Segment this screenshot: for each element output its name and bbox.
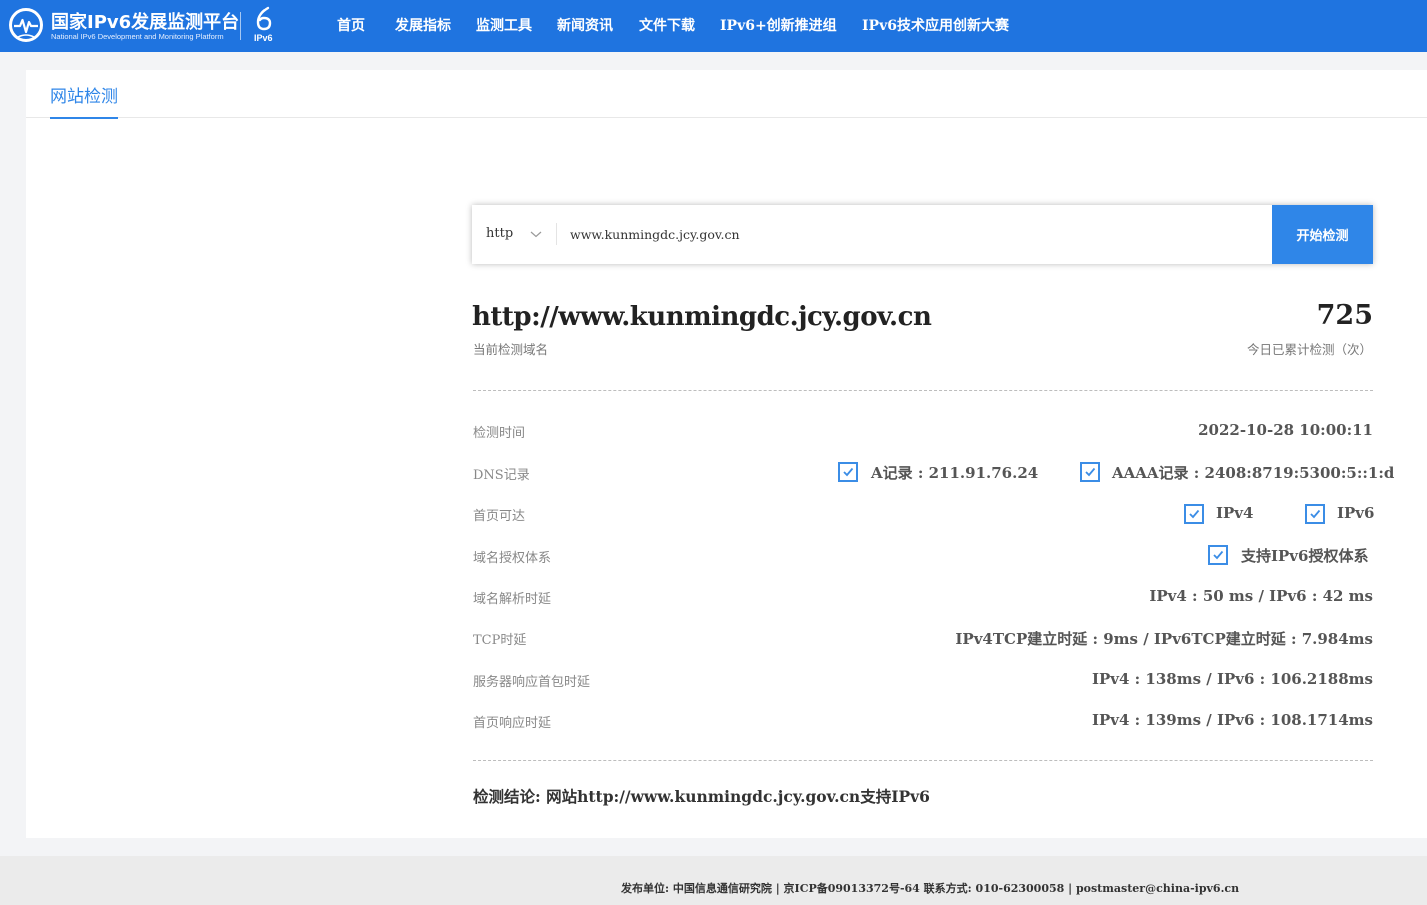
homepage-latency-label: 首页响应时延 bbox=[473, 716, 552, 731]
nav-item-contest[interactable]: IPv6技术应用创新大赛 bbox=[862, 15, 1009, 35]
today-count-label: 今日已累计检测（次） bbox=[1246, 342, 1372, 357]
domain-auth-label: 域名授权体系 bbox=[473, 551, 552, 566]
dns-record-label: DNS记录 bbox=[473, 468, 530, 483]
ipv6-reachable-checkbox bbox=[1305, 504, 1325, 524]
top-navigation-bar: 国家IPv6发展监测平台 National IPv6 Development a… bbox=[0, 0, 1427, 52]
ipv6-auth-value: 支持IPv6授权体系 bbox=[1241, 547, 1369, 565]
platform-logo-icon[interactable] bbox=[8, 7, 44, 43]
a-record-checkbox bbox=[838, 462, 858, 482]
check-time-value: 2022-10-28 10:00:11 bbox=[1198, 421, 1373, 439]
tab-website-check[interactable]: 网站检测 bbox=[50, 82, 118, 119]
check-icon bbox=[843, 467, 854, 477]
tcp-latency-label: TCP时延 bbox=[473, 633, 527, 648]
aaaa-record-value: AAAA记录 : 2408:8719:5300:5::1:d bbox=[1112, 464, 1395, 482]
homepage-reachable-label: 首页可达 bbox=[473, 509, 526, 524]
nav-item-downloads[interactable]: 文件下载 bbox=[639, 15, 695, 35]
ipv6-logo-text: IPv6 bbox=[254, 33, 273, 43]
brand-title: 国家IPv6发展监测平台 bbox=[51, 12, 240, 33]
search-divider bbox=[556, 223, 557, 245]
dashed-divider bbox=[473, 760, 1373, 761]
ipv4-reachable-label: IPv4 bbox=[1216, 504, 1254, 522]
dashed-divider bbox=[473, 390, 1373, 391]
chevron-down-icon[interactable] bbox=[530, 229, 542, 239]
check-icon bbox=[1213, 550, 1224, 560]
checked-domain: http://www.kunmingdc.jcy.gov.cn bbox=[472, 302, 932, 332]
nav-item-news[interactable]: 新闻资讯 bbox=[557, 15, 613, 35]
ipv4-reachable-checkbox bbox=[1184, 504, 1204, 524]
aaaa-record-checkbox bbox=[1080, 462, 1100, 482]
ipv6-auth-checkbox bbox=[1208, 545, 1228, 565]
check-icon bbox=[1085, 467, 1096, 477]
url-input[interactable] bbox=[570, 221, 1260, 247]
nav-item-indicators[interactable]: 发展指标 bbox=[395, 15, 451, 35]
nav-item-home[interactable]: 首页 bbox=[337, 15, 365, 35]
check-conclusion: 检测结论: 网站http://www.kunmingdc.jcy.gov.cn支… bbox=[473, 787, 930, 806]
dns-latency-label: 域名解析时延 bbox=[473, 592, 552, 607]
tcp-latency-value: IPv4TCP建立时延 : 9ms / IPv6TCP建立时延 : 7.984m… bbox=[955, 630, 1373, 648]
footer-text: 发布单位: 中国信息通信研究院 | 京ICP备09013372号-64 联系方式… bbox=[621, 882, 1240, 895]
protocol-select[interactable]: http bbox=[486, 226, 513, 241]
dns-latency-value: IPv4 : 50 ms / IPv6 : 42 ms bbox=[1149, 587, 1373, 605]
brand-subtitle: National IPv6 Development and Monitoring… bbox=[51, 32, 224, 41]
tab-strip: 网站检测 bbox=[26, 70, 1427, 119]
page-footer: 发布单位: 中国信息通信研究院 | 京ICP备09013372号-64 联系方式… bbox=[0, 856, 1427, 905]
check-time-label: 检测时间 bbox=[473, 426, 526, 441]
ipv6-logo-icon bbox=[256, 6, 272, 31]
today-count: 725 bbox=[1316, 300, 1373, 331]
brand-divider bbox=[240, 12, 241, 40]
check-icon bbox=[1310, 509, 1321, 519]
check-icon bbox=[1189, 509, 1200, 519]
a-record-value: A记录 : 211.91.76.24 bbox=[871, 464, 1039, 482]
server-first-packet-label: 服务器响应首包时延 bbox=[473, 675, 591, 690]
search-bar: http 开始检测 bbox=[472, 205, 1373, 264]
ipv6-reachable-label: IPv6 bbox=[1337, 504, 1375, 522]
start-check-button[interactable]: 开始检测 bbox=[1272, 205, 1373, 264]
homepage-latency-value: IPv4 : 139ms / IPv6 : 108.1714ms bbox=[1091, 711, 1373, 729]
checked-domain-label: 当前检测域名 bbox=[473, 342, 549, 357]
nav-item-ipv6-plus[interactable]: IPv6+创新推进组 bbox=[720, 15, 837, 35]
server-first-packet-value: IPv4 : 138ms / IPv6 : 106.2188ms bbox=[1091, 670, 1373, 688]
nav-item-tools[interactable]: 监测工具 bbox=[476, 15, 532, 35]
